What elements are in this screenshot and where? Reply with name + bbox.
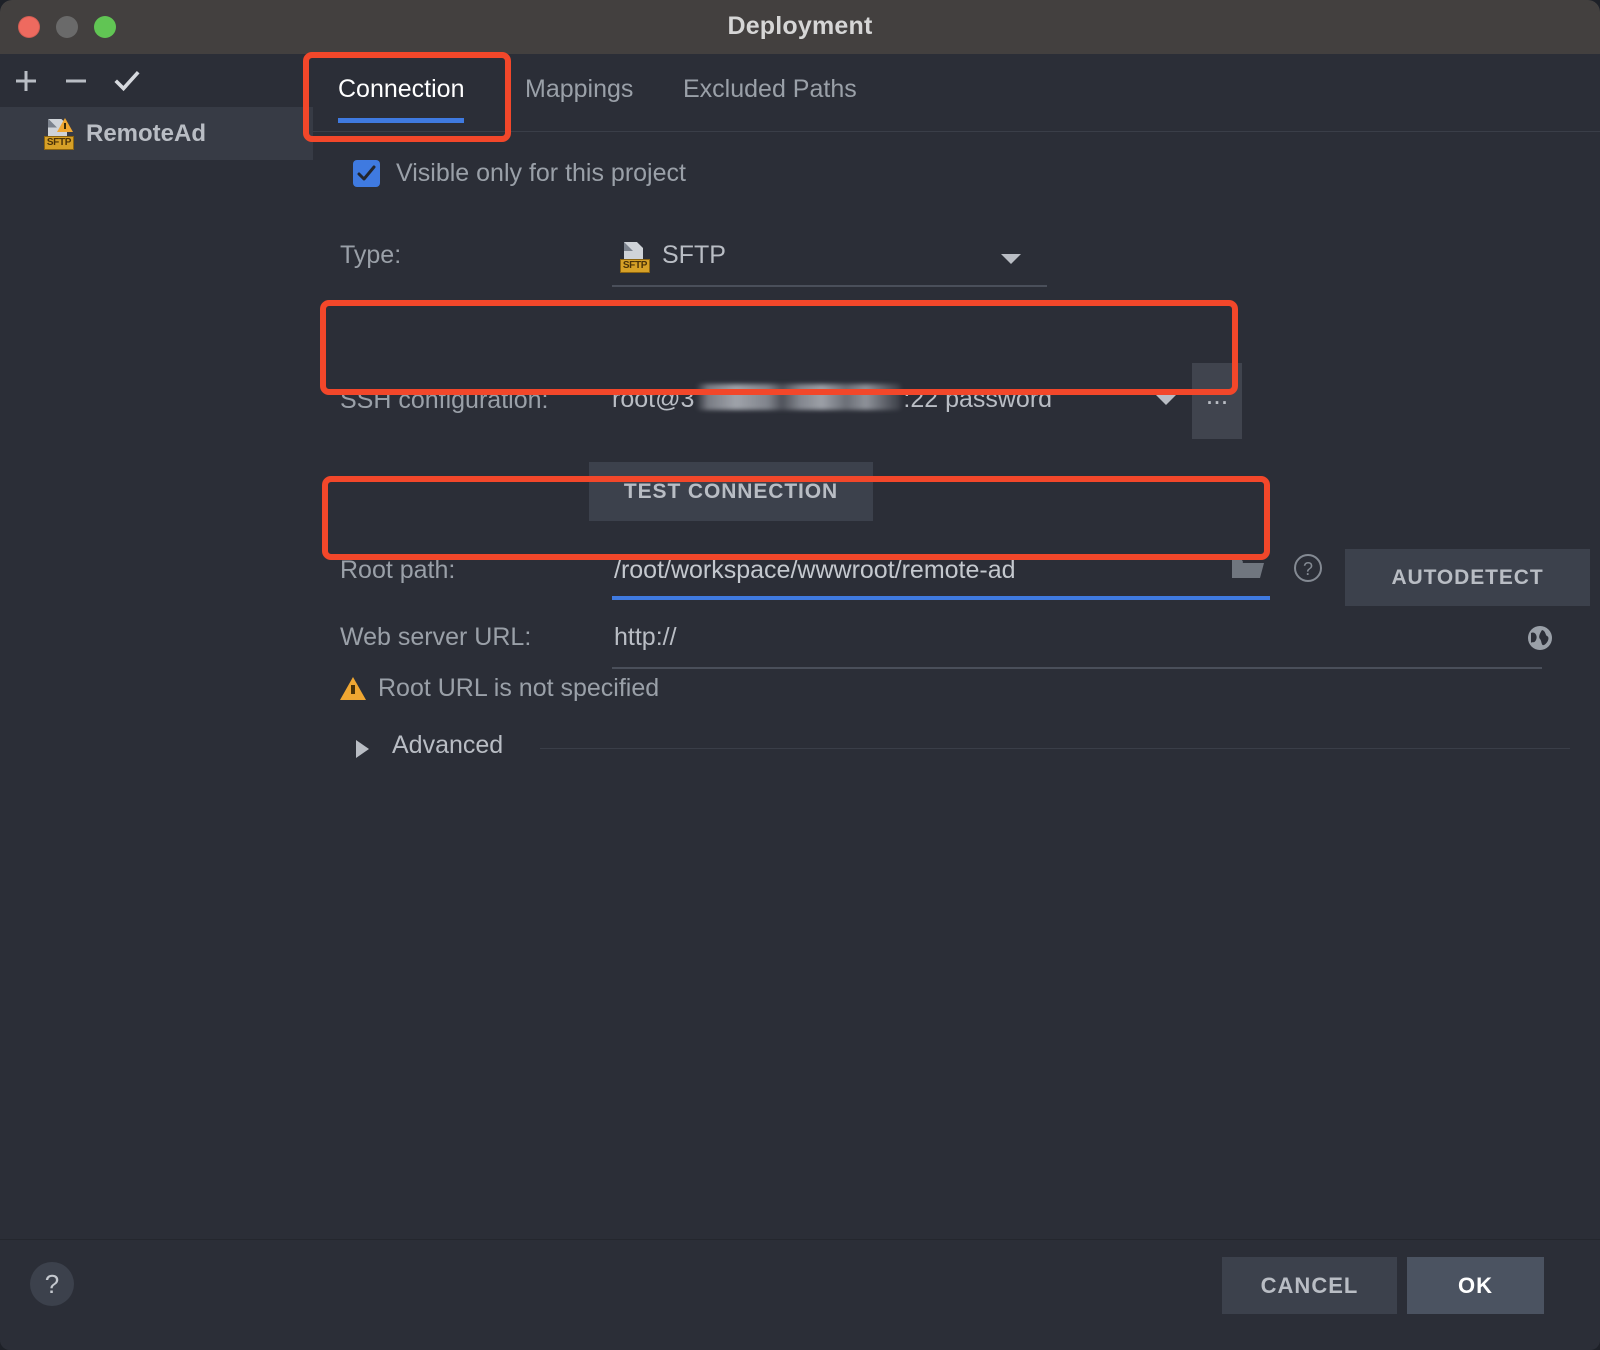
ssh-configuration-value: root@3 :22 password <box>612 384 1052 414</box>
tab-bar-divider <box>313 131 1600 132</box>
web-server-url-value: http:// <box>614 623 677 651</box>
open-in-browser-button[interactable] <box>1525 623 1555 658</box>
globe-icon <box>1528 626 1552 650</box>
chevron-down-icon <box>1156 395 1176 405</box>
plus-icon <box>16 71 36 91</box>
visible-only-checkbox[interactable] <box>353 160 380 187</box>
help-button[interactable]: ? <box>30 1262 74 1306</box>
add-server-button[interactable] <box>3 58 49 104</box>
sidebar-toolbar <box>0 54 313 107</box>
svg-text:?: ? <box>1303 559 1313 579</box>
web-server-url-underline <box>612 667 1542 669</box>
visible-only-row: Visible only for this project <box>353 159 686 188</box>
minus-icon <box>66 79 86 83</box>
tab-connection-label: Connection <box>338 75 465 103</box>
type-underline <box>612 285 1047 287</box>
tab-excluded-paths-label: Excluded Paths <box>683 75 857 103</box>
window-title: Deployment <box>727 12 873 40</box>
root-path-value: /root/workspace/wwwroot/remote-ad <box>614 556 1016 584</box>
server-list-sidebar: SFTP RemoteAd <box>0 54 314 1239</box>
test-connection-button[interactable]: TEST CONNECTION <box>589 462 873 521</box>
dialog-footer: ? CANCEL OK <box>0 1239 1600 1350</box>
check-icon <box>114 70 140 92</box>
sidebar-item-remotead[interactable]: SFTP RemoteAd <box>0 107 313 160</box>
type-row: Type: SFTP SFTP <box>340 229 1570 289</box>
root-path-focus-underline <box>612 596 1270 600</box>
tab-connection[interactable]: Connection <box>338 54 465 132</box>
ok-button[interactable]: OK <box>1407 1257 1544 1314</box>
web-server-url-input[interactable]: http:// <box>612 611 1542 669</box>
folder-icon <box>1232 558 1264 578</box>
type-dropdown[interactable]: SFTP SFTP <box>612 229 1047 287</box>
ssh-configuration-row: SSH configuration: root@3 :22 password ..… <box>340 354 1570 449</box>
chevron-right-icon <box>356 740 369 758</box>
ssh-configuration-value-prefix: root@3 <box>612 385 695 413</box>
advanced-section-toggle[interactable]: Advanced <box>340 726 1570 774</box>
root-path-help-button[interactable]: ? <box>1292 552 1324 589</box>
tab-mappings[interactable]: Mappings <box>525 54 633 132</box>
advanced-divider <box>540 748 1570 749</box>
sftp-icon-tag: SFTP <box>44 135 74 150</box>
autodetect-button[interactable]: AUTODETECT <box>1345 549 1590 606</box>
advanced-label: Advanced <box>392 731 504 759</box>
web-server-url-row: Web server URL: http:// <box>340 609 1570 674</box>
title-bar: Deployment <box>0 0 1600 55</box>
root-url-warning: Root URL is not specified <box>340 674 659 703</box>
redacted-host-blur <box>696 384 902 410</box>
type-value: SFTP <box>662 241 726 269</box>
question-circle-icon: ? <box>1294 554 1322 582</box>
connection-pane: Connection Mappings Excluded Paths Visib… <box>313 54 1600 1239</box>
type-label: Type: <box>340 241 402 269</box>
apply-server-button[interactable] <box>104 58 150 104</box>
sidebar-item-label: RemoteAd <box>86 119 207 147</box>
remove-server-button[interactable] <box>53 58 99 104</box>
root-path-row: Root path: /root/workspace/wwwroot/remot… <box>340 532 1590 612</box>
chevron-down-icon <box>1001 254 1021 264</box>
ssh-configuration-label: SSH configuration: <box>340 386 549 414</box>
web-server-url-label: Web server URL: <box>340 623 532 651</box>
cancel-button[interactable]: CANCEL <box>1222 1257 1397 1314</box>
visible-only-label: Visible only for this project <box>396 159 686 187</box>
tab-mappings-label: Mappings <box>525 75 634 103</box>
root-path-label: Root path: <box>340 556 456 584</box>
deployment-dialog: Deployment SFTP RemoteAd Connection Mapp… <box>0 0 1600 1350</box>
sftp-warning-icon: SFTP <box>44 117 74 150</box>
ssh-configuration-dropdown[interactable]: root@3 :22 password <box>612 371 1182 431</box>
root-path-browse-button[interactable] <box>1230 552 1266 587</box>
sftp-icon-tag: SFTP <box>620 259 650 273</box>
sftp-icon: SFTP <box>620 241 650 273</box>
server-list: SFTP RemoteAd <box>0 107 313 160</box>
ssh-configuration-more-button[interactable]: ... <box>1192 363 1242 439</box>
root-path-input[interactable]: /root/workspace/wwwroot/remote-ad <box>612 544 1270 600</box>
tab-bar: Connection Mappings Excluded Paths <box>313 54 1600 132</box>
tab-active-indicator <box>338 118 465 123</box>
tab-excluded-paths[interactable]: Excluded Paths <box>683 54 857 132</box>
check-icon <box>357 165 376 181</box>
root-url-warning-text: Root URL is not specified <box>378 674 660 702</box>
ssh-configuration-value-suffix: :22 password <box>903 385 1053 413</box>
warning-triangle-icon <box>340 677 366 700</box>
